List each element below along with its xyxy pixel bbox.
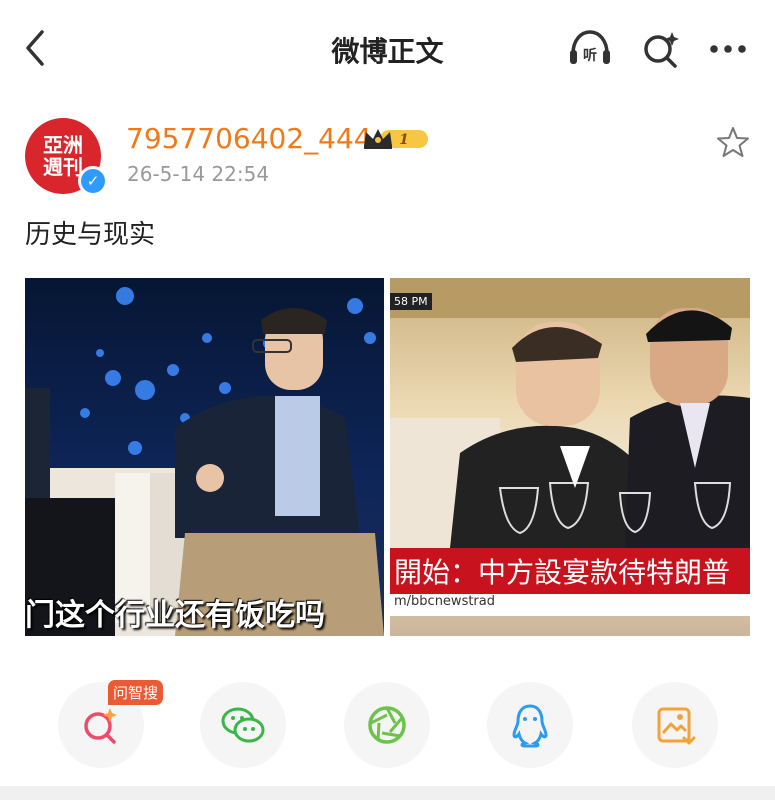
qq-share-button[interactable] <box>487 682 573 768</box>
post-image-2[interactable]: 58 PM s 開始：中方設宴款待特朗普 m/bbcnewstrad <box>390 278 750 636</box>
bottom-divider <box>0 786 775 800</box>
favorite-star-icon[interactable] <box>716 125 750 159</box>
post-text: 历史与现实 <box>25 220 156 250</box>
more-dots-icon <box>710 45 746 53</box>
interview-scene-illustration <box>25 287 384 636</box>
ai-search-button[interactable] <box>638 28 684 70</box>
top-bar: 微博正文 听 <box>0 0 775 96</box>
username[interactable]: 7957706402_444 <box>126 122 372 155</box>
qq-penguin-icon <box>512 704 548 748</box>
vip-badge[interactable]: 1 <box>362 126 432 152</box>
verified-icon: ✓ <box>78 166 108 196</box>
ai-search-badge: 问智搜 <box>108 680 164 705</box>
wechat-icon <box>221 707 265 743</box>
news-source: m/bbcnewstrad <box>390 594 750 616</box>
save-image-share-button[interactable] <box>632 682 718 768</box>
headphones-icon: 听 <box>570 30 610 64</box>
post-time: 26-5-14 22:54 <box>127 162 270 186</box>
news-banner: 開始：中方設宴款待特朗普 <box>390 548 750 594</box>
sparkle-search-icon <box>644 32 679 68</box>
news-banner-text: 開始：中方設宴款待特朗普 <box>394 556 731 589</box>
listen-button[interactable]: 听 <box>567 28 613 70</box>
listen-label: 听 <box>583 47 597 64</box>
vip-level: 1 <box>399 132 409 148</box>
more-button[interactable] <box>705 28 751 70</box>
ai-search-icon <box>84 708 117 744</box>
wechat-share-button[interactable] <box>200 682 286 768</box>
video-caption: 门这个行业还有饭吃吗 <box>25 598 325 633</box>
video-time-chip: 58 PM <box>390 293 432 310</box>
save-image-icon <box>657 707 696 745</box>
camera-aperture-icon <box>368 706 406 744</box>
post-image-1[interactable]: 门这个行业还有饭吃吗 <box>25 278 384 636</box>
moments-share-button[interactable] <box>344 682 430 768</box>
